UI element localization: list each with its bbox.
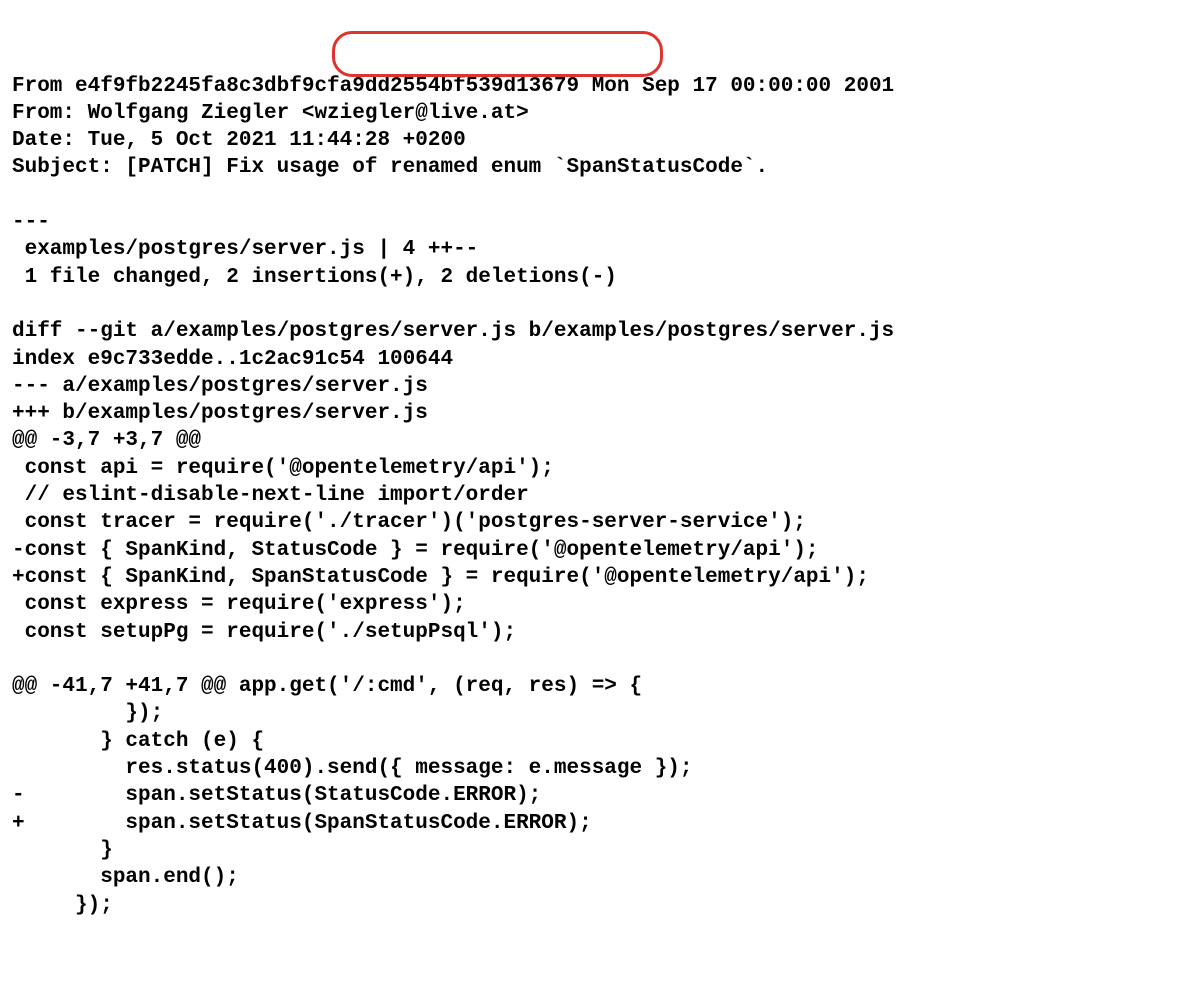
patch-line: -const { SpanKind, StatusCode } = requir… — [12, 537, 1174, 564]
patch-line: // eslint-disable-next-line import/order — [12, 482, 1174, 509]
patch-line: index e9c733edde..1c2ac91c54 100644 — [12, 346, 1174, 373]
patch-line: span.end(); — [12, 864, 1174, 891]
patch-line: +const { SpanKind, SpanStatusCode } = re… — [12, 564, 1174, 591]
patch-line: const express = require('express'); — [12, 591, 1174, 618]
patch-line: --- — [12, 209, 1174, 236]
patch-line: @@ -3,7 +3,7 @@ — [12, 427, 1174, 454]
patch-line: 1 file changed, 2 insertions(+), 2 delet… — [12, 264, 1174, 291]
patch-line: res.status(400).send({ message: e.messag… — [12, 755, 1174, 782]
patch-line: }); — [12, 892, 1174, 919]
patch-line: Date: Tue, 5 Oct 2021 11:44:28 +0200 — [12, 127, 1174, 154]
patch-line — [12, 646, 1174, 673]
patch-document: From e4f9fb2245fa8c3dbf9cfa9dd2554bf539d… — [0, 0, 1186, 986]
patch-line: }); — [12, 700, 1174, 727]
patch-line: --- a/examples/postgres/server.js — [12, 373, 1174, 400]
patch-line: From: Wolfgang Ziegler <wziegler@live.at… — [12, 100, 1174, 127]
patch-line — [12, 291, 1174, 318]
patch-line: const tracer = require('./tracer')('post… — [12, 509, 1174, 536]
patch-line: From e4f9fb2245fa8c3dbf9cfa9dd2554bf539d… — [12, 73, 1174, 100]
patch-line — [12, 182, 1174, 209]
patch-line: Subject: [PATCH] Fix usage of renamed en… — [12, 154, 1174, 181]
email-highlight-annotation — [332, 31, 663, 77]
patch-line: diff --git a/examples/postgres/server.js… — [12, 318, 1174, 345]
patch-line: } — [12, 837, 1174, 864]
patch-line: const api = require('@opentelemetry/api'… — [12, 455, 1174, 482]
patch-line: - span.setStatus(StatusCode.ERROR); — [12, 782, 1174, 809]
patch-line: + span.setStatus(SpanStatusCode.ERROR); — [12, 810, 1174, 837]
patch-line: @@ -41,7 +41,7 @@ app.get('/:cmd', (req,… — [12, 673, 1174, 700]
patch-line: const setupPg = require('./setupPsql'); — [12, 619, 1174, 646]
patch-line: +++ b/examples/postgres/server.js — [12, 400, 1174, 427]
patch-line: } catch (e) { — [12, 728, 1174, 755]
patch-text-block: From e4f9fb2245fa8c3dbf9cfa9dd2554bf539d… — [12, 73, 1174, 919]
patch-line: examples/postgres/server.js | 4 ++-- — [12, 236, 1174, 263]
